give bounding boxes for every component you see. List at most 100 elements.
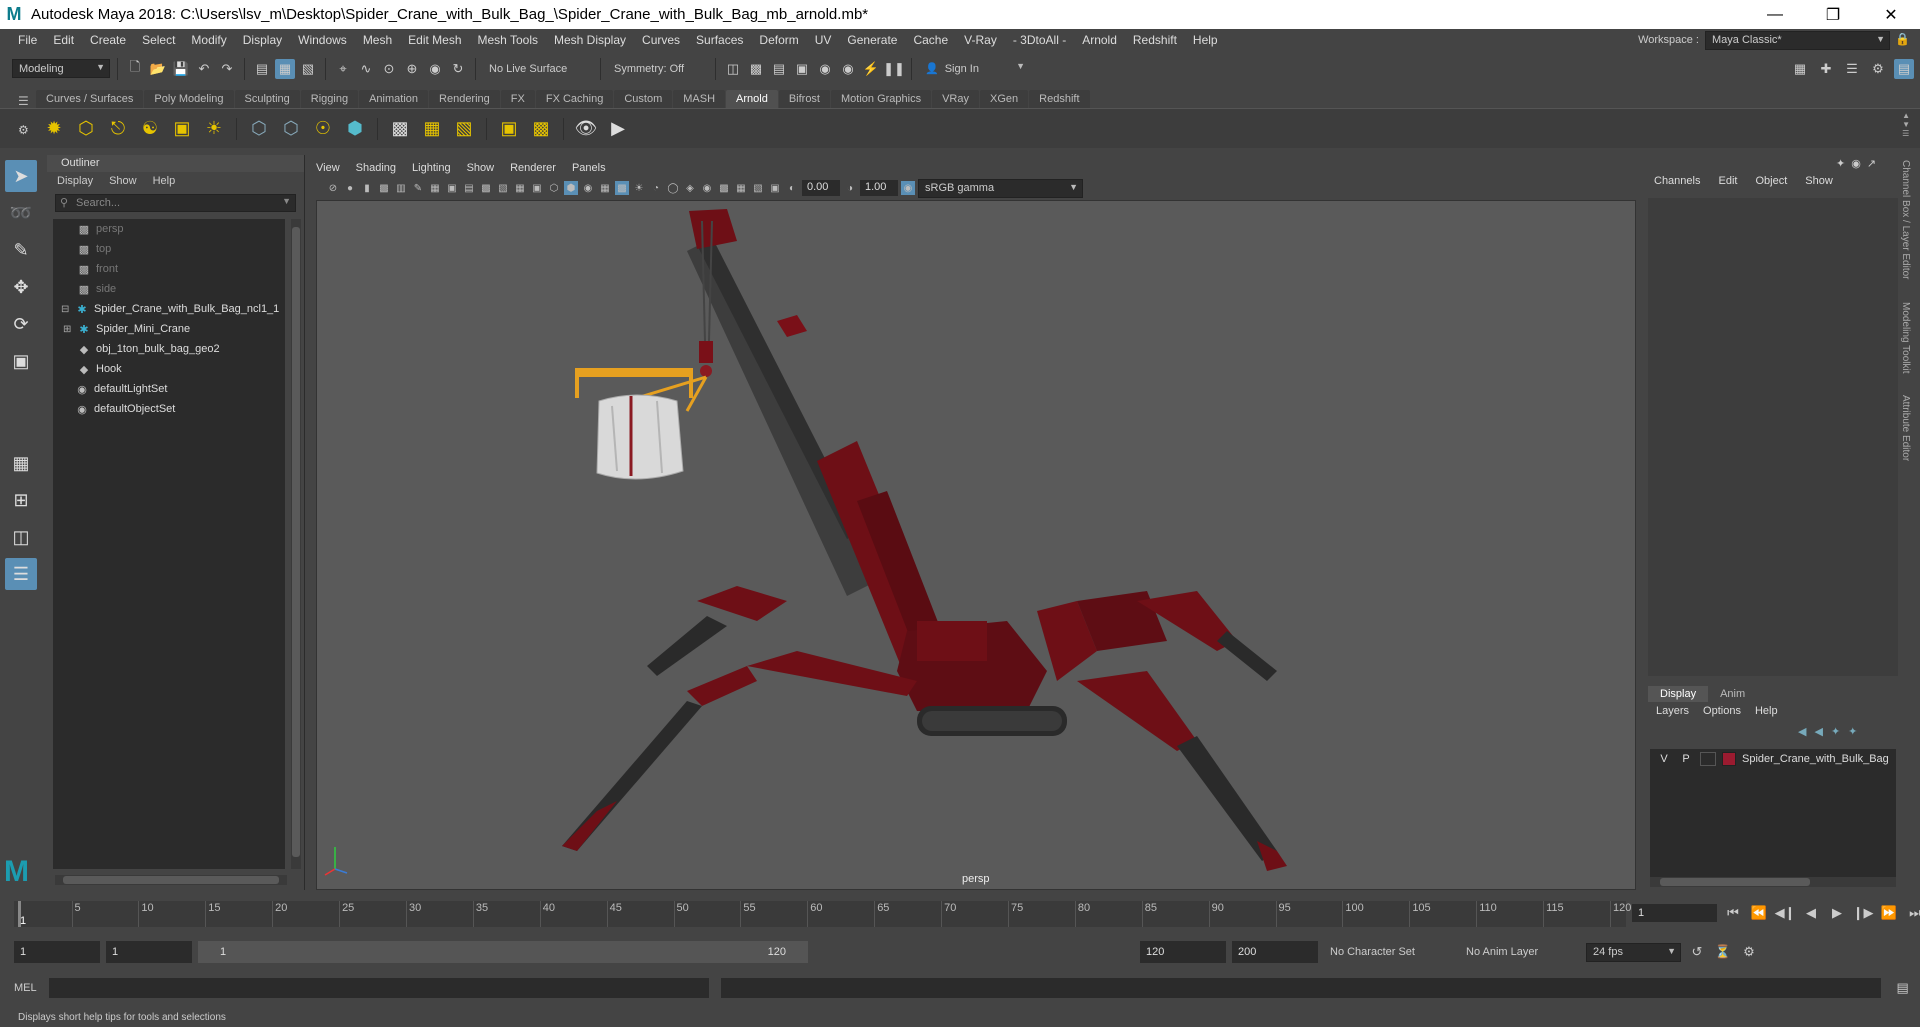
- script-editor-icon[interactable]: ▤: [1893, 978, 1913, 998]
- outliner-item[interactable]: ▩ persp: [53, 219, 285, 239]
- new-empty-layer-icon[interactable]: ✦: [1831, 725, 1840, 738]
- shelf-menu-icon[interactable]: ☰: [18, 94, 29, 108]
- area-light-icon[interactable]: ✹: [40, 115, 68, 143]
- animation-preferences-icon[interactable]: ⚙: [1739, 942, 1759, 962]
- outliner-layout-icon[interactable]: ☰: [5, 558, 37, 590]
- shelf-tab[interactable]: Animation: [359, 90, 429, 108]
- expand-icon[interactable]: ⊟: [61, 304, 71, 315]
- shelf-tab[interactable]: Motion Graphics: [831, 90, 932, 108]
- paint-select-tool-icon[interactable]: ✎: [5, 234, 37, 266]
- menu-set-dropdown[interactable]: Modeling ▼: [12, 59, 110, 78]
- channel-box-menu-item[interactable]: Object: [1755, 175, 1787, 187]
- outliner-item[interactable]: ◉ defaultLightSet: [53, 379, 285, 399]
- film-gate-icon[interactable]: ▣: [445, 181, 459, 195]
- use-all-lights-icon[interactable]: ▩: [615, 181, 629, 195]
- channel-box-menu-item[interactable]: Channels: [1654, 175, 1700, 187]
- pause-icon[interactable]: ❚❚: [883, 59, 905, 79]
- menu-item[interactable]: Deform: [751, 33, 806, 47]
- modeling-toolkit-icon[interactable]: ▦: [1790, 59, 1810, 79]
- perspective-viewport[interactable]: persp: [316, 200, 1636, 890]
- snap-view-icon[interactable]: ⊕: [402, 59, 422, 79]
- tx-manager-icon[interactable]: ▦: [418, 115, 446, 143]
- wireframe-on-shaded-icon[interactable]: ◉: [581, 181, 595, 195]
- outliner-item[interactable]: ▩ side: [53, 279, 285, 299]
- menu-item[interactable]: V-Ray: [956, 33, 1005, 47]
- image-plane-icon[interactable]: ▩: [377, 181, 391, 195]
- playback-end-field[interactable]: 120: [1140, 941, 1226, 963]
- layer-menu-item[interactable]: Options: [1703, 705, 1741, 717]
- menu-item[interactable]: Redshift: [1125, 33, 1185, 47]
- viewport-menu-item[interactable]: Shading: [356, 162, 396, 174]
- layer-tab[interactable]: Display: [1648, 686, 1709, 702]
- outliner-item[interactable]: ◉ defaultObjectSet: [53, 399, 285, 419]
- snap-grid-icon[interactable]: ⌖: [333, 59, 353, 79]
- menu-item[interactable]: Display: [235, 33, 290, 47]
- shelf-tab[interactable]: Bifrost: [778, 90, 830, 108]
- loop-icon[interactable]: ↺: [1687, 942, 1707, 962]
- fps-dropdown[interactable]: 24 fps ▼: [1586, 942, 1681, 962]
- sign-in-button[interactable]: 👤 Sign In ▼: [919, 59, 1029, 78]
- channel-box-settings-icon[interactable]: ↗: [1867, 157, 1876, 170]
- anti-aliasing-icon[interactable]: ◈: [683, 181, 697, 195]
- anim-layer-dropdown[interactable]: No Anim Layer: [1460, 942, 1580, 962]
- layer-type-toggle[interactable]: [1700, 752, 1716, 766]
- menu-item[interactable]: Surfaces: [688, 33, 751, 47]
- move-layer-down-icon[interactable]: ◀: [1814, 725, 1822, 738]
- arnold-render-play-icon[interactable]: ▶: [604, 115, 632, 143]
- shelf-settings-icon[interactable]: ⚙: [18, 123, 29, 137]
- close-button[interactable]: ✕: [1862, 0, 1920, 29]
- select-hierarchy-icon[interactable]: ▤: [252, 59, 272, 79]
- new-layer-selected-icon[interactable]: ✦: [1848, 725, 1857, 738]
- select-component-icon[interactable]: ▧: [298, 59, 318, 79]
- shelf-tab[interactable]: VRay: [932, 90, 979, 108]
- end-time-field[interactable]: 200: [1232, 941, 1318, 963]
- current-frame-field[interactable]: 1: [1632, 904, 1717, 922]
- shelf-tab[interactable]: XGen: [980, 90, 1029, 108]
- render-view-icon[interactable]: ◫: [723, 59, 743, 79]
- xray-active-icon[interactable]: ▣: [768, 181, 782, 195]
- character-set-dropdown[interactable]: No Character Set: [1324, 942, 1454, 962]
- right-side-tab[interactable]: Channel Box / Layer Editor: [1900, 160, 1911, 280]
- standin-icon[interactable]: ⬡: [245, 115, 273, 143]
- menu-item[interactable]: Help: [1185, 33, 1226, 47]
- layer-playback-toggle[interactable]: P: [1678, 753, 1694, 765]
- skydome-light-icon[interactable]: ☯: [136, 115, 164, 143]
- menu-item[interactable]: Create: [82, 33, 134, 47]
- photometric-light-icon[interactable]: ⎋: [104, 115, 132, 143]
- menu-item[interactable]: UV: [807, 33, 840, 47]
- resolution-gate-icon[interactable]: ▤: [462, 181, 476, 195]
- menu-item[interactable]: Modify: [183, 33, 234, 47]
- textured-icon[interactable]: ▦: [598, 181, 612, 195]
- field-chart-icon[interactable]: ▧: [496, 181, 510, 195]
- range-bar[interactable]: 1 120: [198, 941, 808, 963]
- scale-tool-icon[interactable]: ▣: [5, 345, 37, 377]
- select-object-icon[interactable]: ▦: [275, 58, 295, 79]
- menu-item[interactable]: Edit Mesh: [400, 33, 469, 47]
- rotate-tool-icon[interactable]: ⟳: [5, 308, 37, 340]
- render-icon[interactable]: ▩: [746, 59, 766, 79]
- spider-crane-model[interactable]: [562, 209, 1287, 871]
- viewport-menu-item[interactable]: Show: [467, 162, 495, 174]
- grease-pencil-icon[interactable]: ✎: [411, 181, 425, 195]
- layer-row[interactable]: V P Spider_Crane_with_Bulk_Bag: [1650, 749, 1896, 769]
- viewport-menu-item[interactable]: View: [316, 162, 340, 174]
- outliner-search-input[interactable]: ⚲ Search... ▼: [55, 194, 296, 212]
- arnold-render-icon[interactable]: ◉: [838, 59, 858, 79]
- layer-name[interactable]: Spider_Crane_with_Bulk_Bag: [1742, 753, 1889, 765]
- shelf-tab[interactable]: Poly Modeling: [144, 90, 234, 108]
- select-tool-icon[interactable]: ➤: [5, 160, 37, 192]
- right-side-tab[interactable]: Modeling Toolkit: [1900, 302, 1911, 374]
- 2d-pan-icon[interactable]: ▥: [394, 181, 408, 195]
- step-forward-key-icon[interactable]: ⏩: [1879, 903, 1899, 923]
- flush-textures-icon[interactable]: ▧: [450, 115, 478, 143]
- flush-cache-icon[interactable]: ⚡: [861, 59, 881, 79]
- select-camera-icon[interactable]: ⊘: [326, 181, 340, 195]
- four-view-icon[interactable]: ⊞: [5, 484, 37, 516]
- maximize-button[interactable]: ❐: [1804, 0, 1862, 29]
- shelf-tab[interactable]: Custom: [614, 90, 673, 108]
- outliner-item[interactable]: ▩ front: [53, 259, 285, 279]
- menu-item[interactable]: Edit: [45, 33, 82, 47]
- light-portal-icon[interactable]: ▣: [168, 115, 196, 143]
- menu-item[interactable]: Mesh Tools: [470, 33, 546, 47]
- step-forward-frame-icon[interactable]: ❙▶: [1853, 903, 1874, 923]
